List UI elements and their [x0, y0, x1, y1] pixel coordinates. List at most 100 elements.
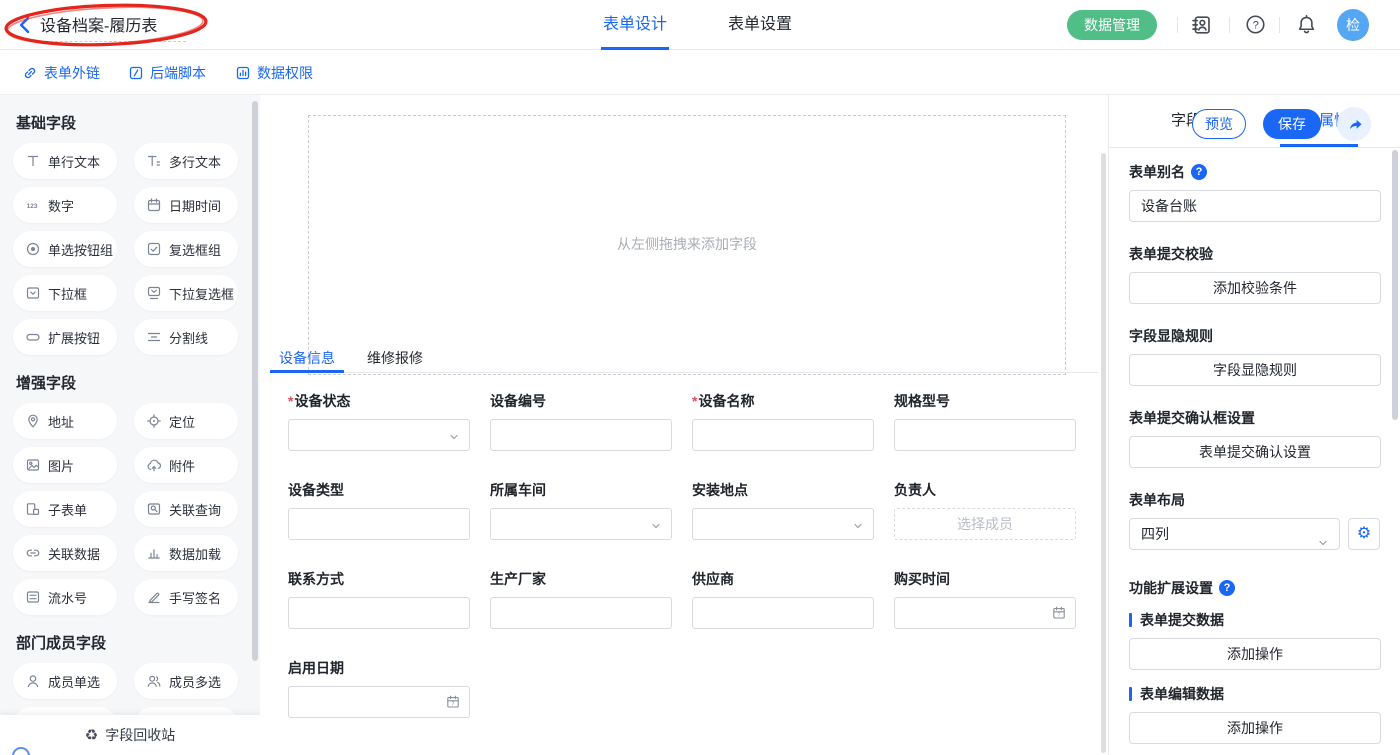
field-item-radio-group[interactable]: 单选按钮组 [13, 231, 117, 267]
section-title-basic-fields: 基础字段 [16, 115, 260, 133]
tab-form-settings[interactable]: 表单设置 [728, 0, 792, 50]
bell-icon[interactable] [1296, 14, 1317, 40]
field-item-number[interactable]: 123 数字 [13, 187, 117, 223]
save-button[interactable]: 保存 [1263, 109, 1321, 139]
edit-data-add-action-button[interactable]: 添加操作 [1129, 712, 1381, 744]
install-location-select[interactable] [692, 508, 874, 540]
back-icon[interactable] [14, 14, 36, 36]
owner-member-picker[interactable]: 选择成员 [894, 508, 1076, 540]
data-permission-link[interactable]: 数据权限 [235, 62, 313, 83]
field-item-member-multi[interactable]: 成员多选 [134, 663, 238, 699]
spec-model-input[interactable] [894, 419, 1076, 451]
field-item-single-line-text[interactable]: 单行文本 [13, 143, 117, 179]
basic-fields-grid: 单行文本 多行文本 123 数字 日期时间 单选按钮组 复选框组 [0, 143, 260, 355]
svg-text:123: 123 [27, 203, 38, 210]
field-item-dropdown-multi[interactable]: 下拉复选框 [134, 275, 238, 311]
tab-device-info[interactable]: 设备信息 [270, 345, 344, 372]
help-icon[interactable]: ? [1245, 14, 1266, 40]
form-layout-select[interactable]: 四列 [1129, 518, 1340, 550]
submit-data-label: 表单提交数据 [1129, 610, 1380, 630]
field-item-subform[interactable]: 子表单 [13, 491, 117, 527]
form-external-link[interactable]: 表单外链 [22, 62, 100, 83]
field-item-serial-number[interactable]: 流水号 [13, 579, 117, 615]
equipment-code-input[interactable] [490, 419, 672, 451]
canvas-scrollbar[interactable] [1101, 153, 1106, 753]
equipment-name-input[interactable] [692, 419, 874, 451]
serial-number-icon [25, 589, 41, 605]
sidebar-scrollbar[interactable] [252, 101, 258, 661]
field-item-signature[interactable]: 手写签名 [134, 579, 238, 615]
form-title[interactable]: 设备档案-履历表 [40, 12, 186, 42]
enable-date-picker[interactable]: 7 [288, 686, 470, 718]
field-item-image[interactable]: 图片 [13, 447, 117, 483]
submit-data-add-action-button[interactable]: 添加操作 [1129, 638, 1381, 670]
visibility-rule-label: 字段显隐规则 [1129, 326, 1380, 346]
field-contact[interactable]: 联系方式 [288, 569, 470, 629]
confirm-box-button[interactable]: 表单提交确认设置 [1129, 436, 1381, 468]
field-item-divider-line[interactable]: 分割线 [134, 319, 238, 355]
supplier-input[interactable] [692, 597, 874, 629]
chevron-down-icon [1317, 529, 1329, 559]
equipment-type-input[interactable] [288, 508, 470, 540]
field-item-member-single[interactable]: 成员单选 [13, 663, 117, 699]
field-enable-date[interactable]: 启用日期 7 [288, 658, 470, 718]
field-dropzone[interactable]: 从左侧拖拽来添加字段 [308, 115, 1066, 375]
purchase-date-picker[interactable]: 7 [894, 597, 1076, 629]
field-manufacturer[interactable]: 生产厂家 [490, 569, 672, 629]
field-install-location[interactable]: 安装地点 [692, 480, 874, 540]
signature-icon [146, 589, 162, 605]
dropzone-hint: 从左侧拖拽来添加字段 [309, 234, 1065, 254]
required-mark: * [692, 393, 697, 409]
data-load-icon [146, 545, 162, 561]
add-check-condition-button[interactable]: 添加校验条件 [1129, 272, 1381, 304]
member-single-icon [25, 673, 41, 689]
field-recycle-bin[interactable]: ♻ 字段回收站 [0, 715, 260, 755]
svg-text:7: 7 [452, 702, 455, 708]
preview-button[interactable]: 预览 [1192, 109, 1246, 139]
help-icon[interactable]: ? [1219, 580, 1235, 596]
form-designer-app: 设备档案-履历表 表单设计 表单设置 数据管理 ? [0, 0, 1400, 755]
field-item-data-load[interactable]: 数据加载 [134, 535, 238, 571]
avatar[interactable]: 检 [1337, 9, 1369, 41]
tab-form-design[interactable]: 表单设计 [603, 0, 667, 50]
field-item-related-query[interactable]: 关联查询 [134, 491, 238, 527]
manufacturer-input[interactable] [490, 597, 672, 629]
field-equipment-status[interactable]: *设备状态 [288, 391, 470, 451]
contacts-icon[interactable] [1190, 14, 1212, 41]
field-purchase-date[interactable]: 购买时间 7 [894, 569, 1076, 629]
field-equipment-type[interactable]: 设备类型 [288, 480, 470, 540]
divider [1279, 17, 1280, 33]
tab-repair-report[interactable]: 维修报修 [358, 345, 432, 372]
number-icon: 123 [25, 197, 41, 213]
field-item-attachment[interactable]: 附件 [134, 447, 238, 483]
equipment-status-select[interactable] [288, 419, 470, 451]
field-item-related-data[interactable]: 关联数据 [13, 535, 117, 571]
gear-icon[interactable]: ⚙ [1348, 518, 1380, 550]
field-item-checkbox-group[interactable]: 复选框组 [134, 231, 238, 267]
field-owner[interactable]: 负责人 选择成员 [894, 480, 1076, 540]
properties-panel: 字段属性 表单属性 表单别名 ? 表单提交校验 添加校验条件 字段显隐规则 字段… [1108, 95, 1400, 755]
share-button[interactable] [1337, 107, 1371, 141]
field-equipment-code[interactable]: 设备编号 [490, 391, 672, 451]
field-item-datetime[interactable]: 日期时间 [134, 187, 238, 223]
section-title-member-fields: 部门成员字段 [16, 635, 260, 653]
field-item-dropdown[interactable]: 下拉框 [13, 275, 117, 311]
backend-script-link[interactable]: 后端脚本 [128, 62, 206, 83]
field-equipment-name[interactable]: *设备名称 [692, 391, 874, 451]
field-spec-model[interactable]: 规格型号 [894, 391, 1076, 451]
form-alias-input[interactable] [1129, 190, 1381, 222]
field-item-multi-line-text[interactable]: 多行文本 [134, 143, 238, 179]
workshop-select[interactable] [490, 508, 672, 540]
field-item-location[interactable]: 定位 [134, 403, 238, 439]
data-manage-button[interactable]: 数据管理 [1067, 10, 1157, 40]
datetime-icon [146, 197, 162, 213]
help-icon[interactable]: ? [1191, 164, 1207, 180]
field-item-address[interactable]: 地址 [13, 403, 117, 439]
image-icon [25, 457, 41, 473]
field-workshop[interactable]: 所属车间 [490, 480, 672, 540]
contact-input[interactable] [288, 597, 470, 629]
panel-scrollbar[interactable] [1392, 150, 1398, 420]
visibility-rule-button[interactable]: 字段显隐规则 [1129, 354, 1381, 386]
field-item-expand-button[interactable]: 扩展按钮 [13, 319, 117, 355]
field-supplier[interactable]: 供应商 [692, 569, 874, 629]
